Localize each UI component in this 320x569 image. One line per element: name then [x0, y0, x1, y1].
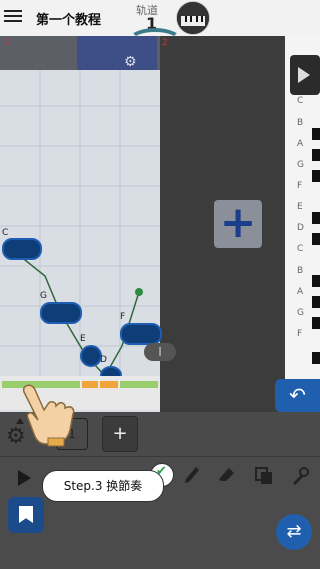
note-label: F — [120, 312, 126, 322]
menu-icon[interactable] — [4, 7, 22, 25]
black-key[interactable] — [312, 296, 320, 308]
page-title: 第一个教程 — [36, 13, 102, 28]
black-key[interactable] — [312, 149, 320, 161]
key-label: F — [297, 329, 303, 339]
add-pattern-button[interactable]: + — [214, 200, 262, 248]
beat-segment[interactable] — [120, 381, 158, 388]
note-label: G — [40, 291, 47, 301]
note-block[interactable] — [120, 323, 162, 345]
black-key[interactable] — [312, 212, 320, 224]
black-key[interactable] — [312, 170, 320, 182]
add-track-button[interactable]: + — [102, 416, 138, 452]
key-label: A — [297, 139, 304, 149]
note-block[interactable] — [40, 302, 82, 324]
swap-button[interactable]: ⇄ — [276, 514, 312, 550]
key-label: G — [297, 308, 304, 318]
key-label: F — [297, 181, 303, 191]
black-key[interactable] — [312, 352, 320, 364]
black-key[interactable] — [312, 275, 320, 287]
note-block[interactable] — [2, 238, 42, 260]
key-label: D — [297, 223, 304, 233]
key-label: G — [297, 160, 304, 170]
tutorial-step-bubble[interactable]: Step.3 换節奏 — [42, 470, 164, 502]
play-icon — [298, 67, 310, 83]
bar-marker-1: 1 — [4, 38, 10, 48]
key-label: B — [297, 266, 304, 276]
copy-icon[interactable] — [254, 466, 274, 490]
undo-button[interactable]: ↶ — [275, 379, 320, 412]
note-label: E — [80, 334, 86, 344]
pattern-settings-panel[interactable] — [77, 36, 157, 70]
tutorial-hand-icon — [14, 380, 84, 450]
key-label: E — [297, 202, 303, 212]
key-label: A — [297, 287, 304, 297]
beat-segment-selected[interactable] — [100, 381, 118, 388]
pattern-gear-icon[interactable]: ⚙ — [124, 54, 137, 70]
note-label: D — [100, 355, 107, 365]
eraser-icon[interactable] — [218, 466, 236, 490]
key-label: C — [297, 96, 304, 106]
tools-icon[interactable] — [290, 466, 310, 490]
key-label: C — [297, 244, 304, 254]
black-key[interactable] — [312, 128, 320, 140]
beat-segment-selected[interactable] — [82, 381, 98, 388]
velocity-slider-handle[interactable]: I — [144, 343, 176, 361]
play-icon[interactable] — [18, 470, 31, 486]
note-block[interactable] — [80, 345, 102, 367]
avatar[interactable] — [176, 1, 210, 35]
black-key[interactable] — [312, 233, 320, 245]
note-label: C — [2, 228, 9, 238]
key-label: B — [297, 118, 304, 128]
brush-icon[interactable] — [182, 466, 200, 490]
bar-marker-2: 2 — [162, 38, 168, 48]
black-key[interactable] — [312, 317, 320, 329]
